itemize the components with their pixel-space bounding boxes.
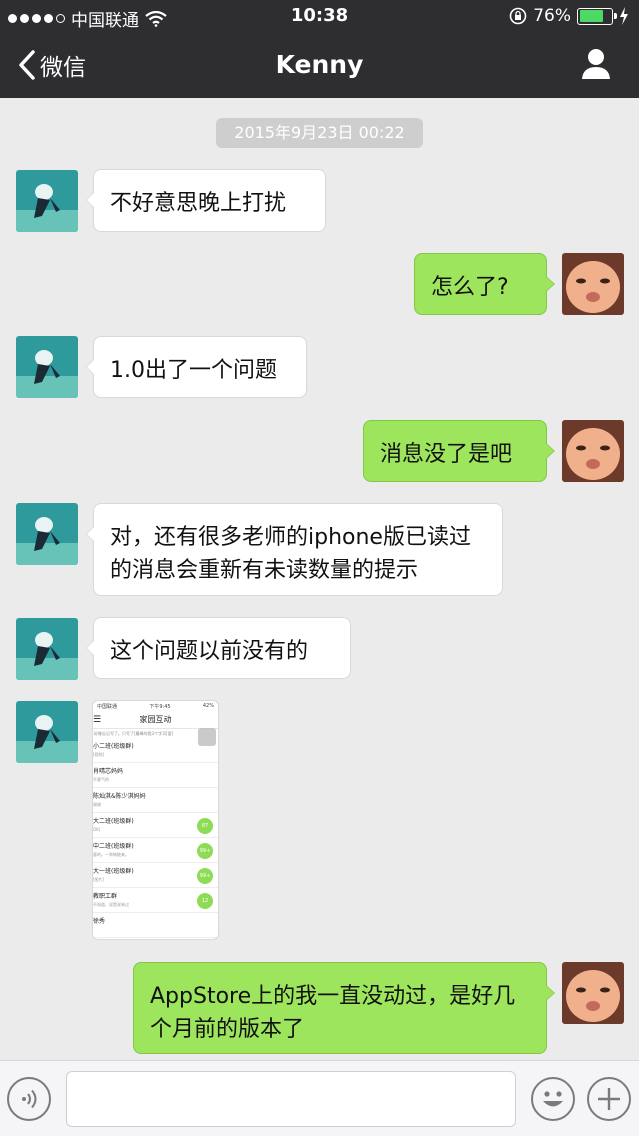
emoji-button[interactable] <box>531 1077 575 1121</box>
list-item-name: 小二班(班级群) <box>93 743 134 750</box>
image-message[interactable]: 中国联通 下午9:45 42% ☰ 家园互动 好像忘记写了。只写了[最棒的我3个… <box>92 700 219 940</box>
my-avatar[interactable] <box>562 420 624 482</box>
image-time: 下午9:45 <box>149 703 171 710</box>
back-label: 微信 <box>40 55 86 81</box>
message-input[interactable] <box>66 1071 516 1127</box>
list-item: 陈灿淇&陈少淇妈妈 谢谢 <box>93 788 218 813</box>
status-bar: 中国联通 10:38 76% <box>0 0 639 34</box>
menu-icon: ☰ <box>93 715 102 725</box>
contact-avatar[interactable] <box>16 701 78 763</box>
unread-badge: 87 <box>197 818 213 834</box>
nav-bar: 微信 Kenny <box>0 34 639 98</box>
list-item: 大一班(班级群) [图片] 99+ <box>93 863 218 888</box>
message-bubble[interactable]: 1.0出了一个问题 <box>86 336 307 398</box>
unread-badge: 12 <box>197 893 213 909</box>
list-item-preview: [视频] <box>93 752 105 757</box>
message-bubble[interactable]: AppStore上的我一直没动过，是好几个月前的版本了 <box>133 962 555 1054</box>
message-text: 怎么了? <box>431 275 509 300</box>
battery-percent: 76% <box>533 6 571 26</box>
person-icon <box>582 49 610 79</box>
profile-button[interactable] <box>581 48 611 84</box>
my-avatar[interactable] <box>562 962 624 1024</box>
my-avatar[interactable] <box>562 253 624 315</box>
image-status-bar: 中国联通 下午9:45 42% <box>93 701 218 711</box>
list-item-name: 陈灿淇&陈少淇妈妈 <box>93 793 146 800</box>
list-item: 肖晴芯妈妈 不客气的 <box>93 763 218 788</box>
plus-button[interactable] <box>587 1077 631 1121</box>
unread-badge: 99+ <box>197 868 213 884</box>
message-text: 对，还有很多老师的iphone版已读过的消息会重新有未读数量的提示 <box>110 525 471 583</box>
battery-fill <box>579 10 604 22</box>
contact-avatar[interactable] <box>16 503 78 565</box>
battery-icon <box>577 7 617 25</box>
image-title: 家园互动 <box>139 715 172 724</box>
message-bubble[interactable]: 对，还有很多老师的iphone版已读过的消息会重新有未读数量的提示 <box>86 503 503 596</box>
battery-group: 76% <box>509 6 629 26</box>
list-item: 中二班(班级群) 意的。一举稀能来。 99+ <box>93 838 218 863</box>
plus-icon <box>598 1088 620 1110</box>
input-bar <box>0 1060 639 1136</box>
smiley-icon <box>543 1091 563 1107</box>
list-item-preview: 不客气的 <box>93 777 109 782</box>
list-item: 大二班(班级群) OK] 87 <box>93 813 218 838</box>
image-header: ☰ 家园互动 <box>93 711 218 729</box>
list-item-preview: 谢谢 <box>93 802 101 807</box>
list-item-name: 徐秀 <box>93 918 106 925</box>
message-text: AppStore上的我一直没动过，是好几个月前的版本了 <box>150 984 516 1042</box>
voice-button[interactable] <box>7 1077 51 1121</box>
message-text: 消息没了是吧 <box>380 442 513 467</box>
message-bubble[interactable]: 这个问题以前没有的 <box>86 617 351 679</box>
image-carrier: 中国联通 <box>97 703 118 710</box>
message-timestamp: 2015年9月23日 00:22 <box>216 118 423 148</box>
charging-icon <box>620 7 628 25</box>
message-bubble[interactable]: 怎么了? <box>414 253 555 315</box>
list-item: 徐秀 <box>93 913 218 938</box>
chevron-left-icon <box>19 50 35 80</box>
contact-avatar[interactable] <box>16 618 78 680</box>
list-item: 小二班(班级群) [视频] <box>93 738 218 763</box>
list-item: 教职工群 不知道，说是说来过 12 <box>93 888 218 913</box>
list-item-name: 肖晴芯妈妈 <box>93 768 124 775</box>
message-text: 这个问题以前没有的 <box>110 639 309 664</box>
message-text: 1.0出了一个问题 <box>110 358 277 383</box>
contact-avatar[interactable] <box>16 336 78 398</box>
image-battery: 42% <box>202 703 214 709</box>
unread-badge: 99+ <box>197 843 213 859</box>
page-title: Kenny <box>275 50 364 79</box>
back-button[interactable]: 微信 <box>18 48 86 82</box>
message-text: 不好意思晚上打扰 <box>110 191 287 216</box>
message-bubble[interactable]: 不好意思晚上打扰 <box>86 169 326 232</box>
contact-avatar[interactable] <box>16 170 78 232</box>
voice-icon <box>22 1089 37 1109</box>
orientation-lock-icon <box>509 7 527 25</box>
message-bubble[interactable]: 消息没了是吧 <box>363 420 555 482</box>
